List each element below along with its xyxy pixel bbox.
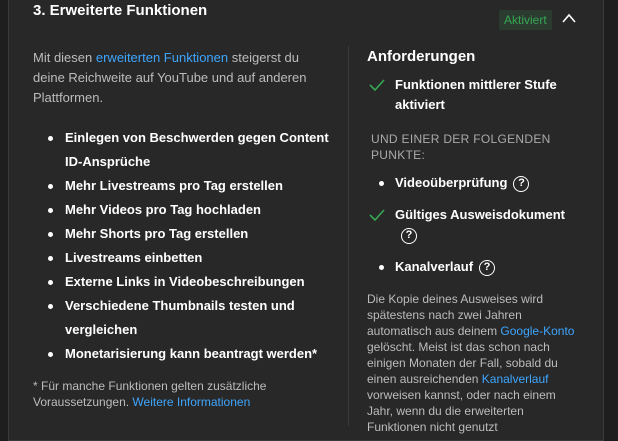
requirement-label: Gültiges Ausweisdokument bbox=[395, 207, 565, 222]
list-item: Externe Links in Videobeschreibungen bbox=[33, 270, 333, 294]
check-icon bbox=[369, 209, 385, 221]
list-item: Mehr Livestreams pro Tag erstellen bbox=[33, 174, 333, 198]
list-item: Livestreams einbetten bbox=[33, 246, 333, 270]
requirement-video-verification: Videoüberprüfung? bbox=[367, 173, 577, 193]
more-info-link[interactable]: Weitere Informationen bbox=[132, 395, 250, 409]
help-icon[interactable]: ? bbox=[479, 259, 496, 276]
check-icon bbox=[369, 79, 385, 91]
advanced-features-panel: 3. Erweiterte Funktionen Aktiviert Mit d… bbox=[8, 0, 604, 441]
channel-history-link[interactable]: Kanalverlauf bbox=[482, 372, 549, 386]
intro-text-start: Mit diesen bbox=[33, 50, 96, 65]
footnote: * Für manche Funktionen gelten zusätzlic… bbox=[33, 378, 333, 410]
features-list: Einlegen von Beschwerden gegen Content I… bbox=[33, 126, 333, 366]
chevron-up-icon[interactable] bbox=[561, 12, 577, 24]
requirements-column: Anforderungen Funktionen mittlerer Stufe… bbox=[367, 48, 577, 435]
help-icon[interactable]: ? bbox=[401, 227, 417, 244]
google-account-link[interactable]: Google-Konto bbox=[500, 324, 574, 338]
list-item: Monetarisierung kann beantragt werden* bbox=[33, 342, 333, 366]
advanced-features-link[interactable]: erweiterten Funktionen bbox=[96, 50, 228, 65]
status-badge: Aktiviert bbox=[499, 10, 552, 30]
section-header[interactable]: 3. Erweiterte Funktionen Aktiviert bbox=[33, 2, 593, 30]
info-text-3: vorweisen kannst, oder nach einem Jahr, … bbox=[367, 388, 556, 434]
requirement-label: Videoüberprüfung bbox=[395, 175, 508, 190]
requirement-id-document: Gültiges Ausweisdokument? bbox=[367, 205, 577, 245]
list-item: Einlegen von Beschwerden gegen Content I… bbox=[33, 126, 333, 174]
bullet-icon bbox=[379, 181, 384, 186]
list-item: Mehr Videos pro Tag hochladen bbox=[33, 198, 333, 222]
requirements-title: Anforderungen bbox=[367, 48, 476, 65]
requirement-main-label: Funktionen mittlerer Stufe aktiviert bbox=[395, 77, 557, 112]
requirement-main: Funktionen mittlerer Stufe aktiviert bbox=[367, 75, 577, 115]
help-icon[interactable]: ? bbox=[513, 175, 530, 192]
list-item: Mehr Shorts pro Tag erstellen bbox=[33, 222, 333, 246]
requirement-channel-history: Kanalverlauf? bbox=[367, 257, 577, 277]
section-title: 3. Erweiterte Funktionen bbox=[33, 2, 208, 19]
intro-text: Mit diesen erweiterten Funktionen steige… bbox=[33, 48, 333, 108]
list-item: Verschiedene Thumbnails testen und vergl… bbox=[33, 294, 333, 342]
column-divider bbox=[348, 46, 349, 426]
features-column: Mit diesen erweiterten Funktionen steige… bbox=[33, 48, 333, 410]
id-deletion-info: Die Kopie deines Ausweises wird späteste… bbox=[367, 291, 577, 435]
requirements-sub-heading: UND EINER DER FOLGENDEN PUNKTE: bbox=[371, 132, 551, 162]
requirement-label: Kanalverlauf bbox=[395, 259, 474, 274]
bullet-icon bbox=[379, 265, 384, 270]
